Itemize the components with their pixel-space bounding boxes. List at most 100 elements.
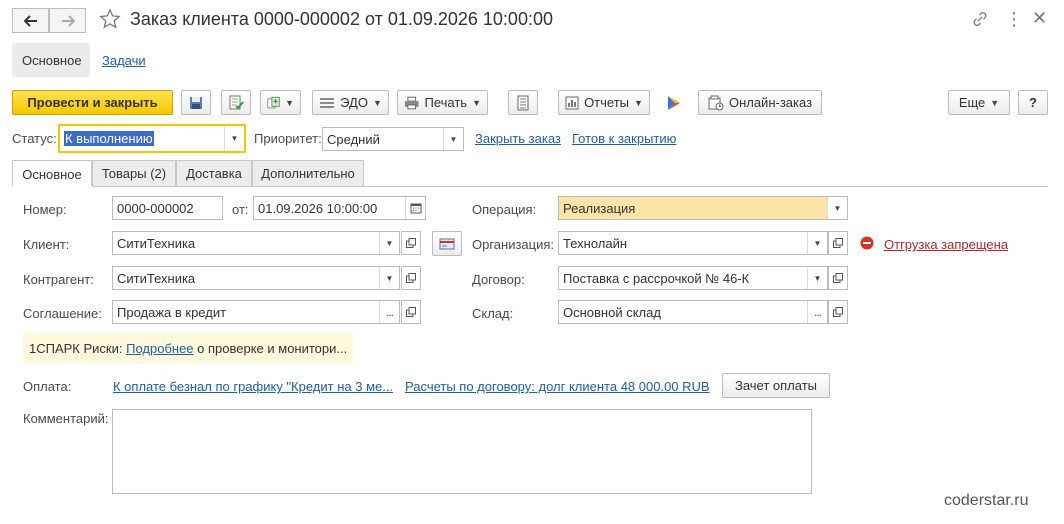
open-organization-button[interactable] [828,231,848,255]
edo-button[interactable]: ЭДО ▼ [312,90,389,115]
save-button[interactable] [181,90,211,115]
status-value: К выполнению [64,131,154,146]
counterparty-field[interactable]: СитиТехника ▼ [112,266,400,290]
chevron-down-icon[interactable]: ▼ [224,126,244,151]
favorite-star-icon[interactable] [99,8,121,33]
post-and-close-button[interactable]: Провести и закрыть [12,90,173,115]
warehouse-field[interactable]: Основной склад ... [558,300,828,324]
chevron-down-icon[interactable]: ▼ [807,267,827,289]
operation-label: Операция: [472,202,537,217]
stop-warning-icon [860,236,874,253]
organization-value: Технолайн [563,235,628,251]
priority-field[interactable]: Средний ▼ [322,127,464,151]
priority-value: Средний [327,131,380,147]
client-card-button[interactable] [432,231,462,256]
contract-label: Договор: [472,272,525,287]
chevron-down-icon[interactable]: ▼ [379,267,399,289]
open-client-button[interactable] [401,231,421,255]
open-warehouse-button[interactable] [828,300,848,324]
tab-additional[interactable]: Дополнительно [252,160,364,186]
date-field[interactable]: 01.09.2026 10:00:00 [253,196,426,220]
watermark: coderstar.ru [944,492,1029,509]
open-window-icon [833,238,843,248]
shipment-forbidden-link[interactable]: Отгрузка запрещена [884,237,1008,252]
date-value: 01.09.2026 10:00:00 [258,200,378,216]
payment-schedule-link[interactable]: К оплате безнал по графику "Кредит на 3 … [113,379,393,394]
open-counterparty-button[interactable] [401,266,421,290]
back-button[interactable] [12,8,49,33]
section-main[interactable]: Основное [12,43,90,77]
select-dots-icon[interactable]: ... [379,301,399,323]
reports-button[interactable]: Отчеты ▼ [558,90,650,115]
open-agreement-button[interactable] [401,300,421,324]
status-field[interactable]: К выполнению ▼ [58,124,246,153]
agreement-label: Соглашение: [23,306,102,321]
comment-label: Комментарий: [23,411,109,426]
document-journal-button[interactable] [508,90,538,115]
active-tab-gap [12,186,92,187]
comment-textarea[interactable] [112,409,812,494]
payment-offset-button[interactable]: Зачет оплаты [722,373,830,398]
select-dots-icon[interactable]: ... [807,301,827,323]
counterparty-value: СитиТехника [117,270,196,286]
create-based-icon [267,96,280,108]
date-label: от: [232,202,249,217]
number-value: 0000-000002 [117,200,194,216]
number-label: Номер: [23,202,67,217]
external-service-icon[interactable] [666,94,682,115]
window-title: Заказ клиента 0000-000002 от 01.09.2026 … [130,9,553,29]
chevron-down-icon[interactable]: ▼ [827,197,847,219]
chevron-down-icon[interactable]: ▼ [379,232,399,254]
spark-details-link[interactable]: Подробнее [126,341,193,356]
payment-contract-link[interactable]: Расчеты по договору: долг клиента 48 000… [405,379,710,394]
online-order-button[interactable]: Онлайн-заказ [698,90,822,115]
number-field[interactable]: 0000-000002 [112,196,223,220]
help-button[interactable]: ? [1018,90,1048,115]
client-value: СитиТехника [117,235,196,251]
spark-prefix: 1СПАРК Риски: [29,340,123,356]
printer-icon [404,96,419,109]
chevron-down-icon[interactable]: ▼ [443,128,463,150]
open-contract-button[interactable] [828,266,848,290]
status-label: Статус: [12,131,57,146]
chevron-down-icon[interactable]: ▼ [807,232,827,254]
operation-field[interactable]: Реализация ▼ [558,196,848,220]
client-field[interactable]: СитиТехника ▼ [112,231,400,255]
print-button[interactable]: Печать ▼ [397,90,488,115]
priority-label: Приоритет: [254,131,322,146]
open-window-icon [833,307,843,317]
spark-risks-panel: 1СПАРК Риски: Подробнее о проверке и мон… [23,333,353,363]
tab-main[interactable]: Основное [12,160,92,187]
forward-button[interactable] [49,8,86,33]
create-based-on-button[interactable]: ▼ [260,90,301,115]
payment-label: Оплата: [23,379,72,394]
more-button[interactable]: Еще ▼ [948,90,1010,115]
open-window-icon [406,238,416,248]
tab-goods[interactable]: Товары (2) [92,160,176,186]
organization-field[interactable]: Технолайн ▼ [558,231,828,255]
operation-value: Реализация [563,200,636,216]
post-button[interactable] [221,90,251,115]
organization-label: Организация: [472,237,555,252]
close-order-link[interactable]: Закрыть заказ [475,131,561,146]
counterparty-label: Контрагент: [23,272,94,287]
client-label: Клиент: [23,237,70,252]
more-actions-icon[interactable]: ⋮ [1005,9,1024,30]
agreement-field[interactable]: Продажа в кредит ... [112,300,400,324]
close-icon[interactable]: ✕ [1032,8,1047,29]
warehouse-value: Основной склад [563,304,661,320]
section-tasks[interactable]: Задачи [92,43,156,77]
contract-field[interactable]: Поставка с рассрочкой № 46-К ▼ [558,266,828,290]
tab-delivery[interactable]: Доставка [176,160,252,186]
calendar-icon[interactable] [405,197,425,219]
report-icon [565,96,579,109]
arrow-left-icon [23,14,37,27]
post-document-icon [229,95,244,109]
ready-to-close-link[interactable]: Готов к закрытию [572,131,676,146]
link-icon[interactable] [971,10,989,31]
arrow-right-icon [61,14,75,27]
agreement-value: Продажа в кредит [117,304,227,320]
online-order-icon [708,95,724,110]
edo-icon [320,97,335,108]
journal-icon [517,95,529,110]
